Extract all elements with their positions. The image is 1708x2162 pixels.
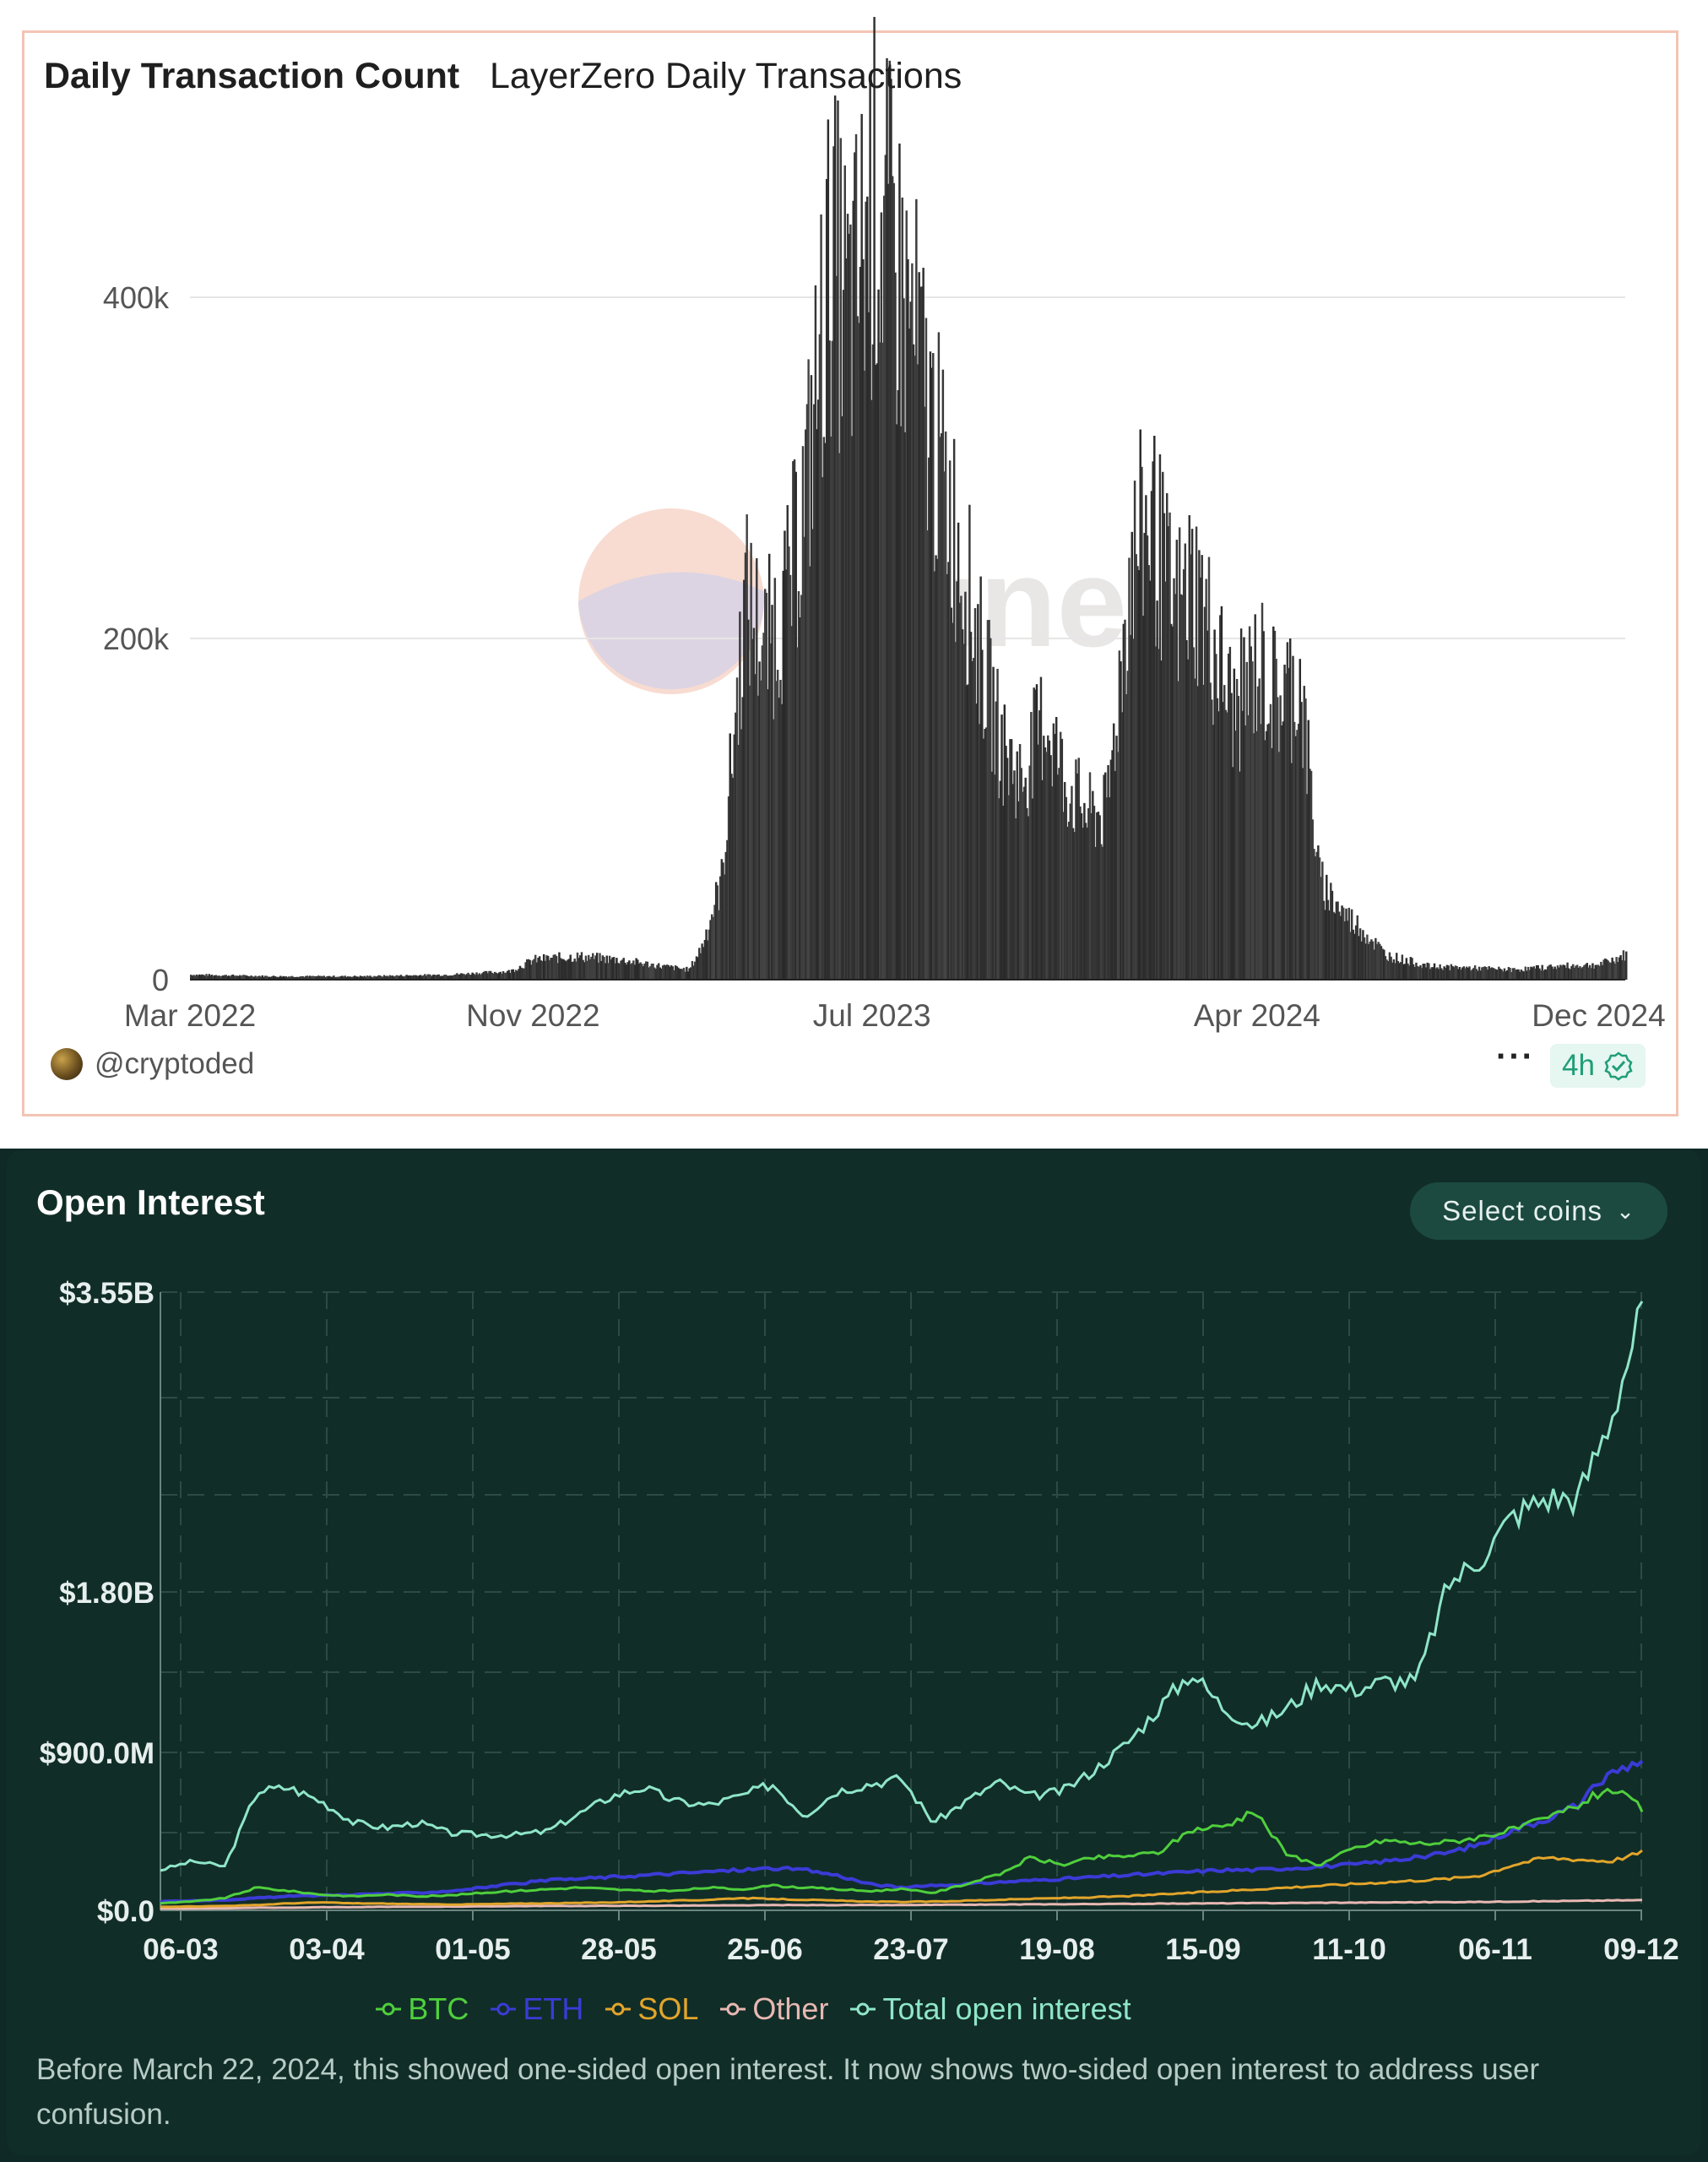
legend-label: Total open interest (882, 1991, 1131, 2026)
y-tick-label: 0 (152, 963, 169, 997)
author[interactable]: @cryptoded (51, 1047, 254, 1081)
legend-label: BTC (408, 1991, 469, 2026)
footnote: Before March 22, 2024, this showed one-s… (36, 2053, 1540, 2131)
bar (1625, 951, 1628, 980)
legend-item[interactable]: Total open interest (849, 1991, 1131, 2027)
watermark-logo-shade (578, 572, 765, 690)
y-tick-label: 200k (103, 622, 170, 656)
legend-marker-icon (605, 2002, 632, 2016)
select-coins-label: Select coins (1442, 1195, 1603, 1226)
legend-marker-icon (491, 2002, 517, 2016)
legend-marker-icon (720, 2002, 746, 2016)
x-tick-label: Jul 2023 (813, 998, 931, 1033)
legend-label: SOL (637, 1991, 699, 2026)
transactions-chart: Dune0200k400kMar 2022 Nov 2022 Jul 2023 Apr… (103, 17, 1666, 1033)
legend-item[interactable]: ETH (489, 1991, 583, 2027)
legend-marker-icon (376, 2002, 402, 2016)
refresh-badge[interactable]: 4h (1550, 1044, 1646, 1088)
bars (190, 17, 1628, 981)
refresh-label: 4h (1562, 1049, 1595, 1082)
chart-legend: BTC ETH SOL Other Total open interest (0, 1991, 1607, 2027)
legend-marker-icon (850, 2002, 876, 2016)
more-options-button[interactable]: ··· (1496, 1040, 1535, 1073)
chevron-down-icon: ⌄ (1616, 1198, 1635, 1224)
x-tick-label: Apr 2024 (1194, 998, 1320, 1033)
chart-subtitle: LayerZero Daily Transactions (490, 56, 962, 96)
author-name[interactable]: @cryptoded (95, 1047, 254, 1081)
x-tick-label: Nov 2022 (466, 998, 599, 1033)
select-coins-dropdown[interactable]: Select coins ⌄ (1410, 1182, 1667, 1240)
verified-check-icon (1604, 1051, 1633, 1081)
legend-label: Other (752, 1991, 829, 2026)
chart-title: Daily Transaction Count (44, 56, 460, 96)
transactions-section: Dune 0 200k 400k Mar 2022 Nov 2022 Jul 2023 Apr… (0, 0, 1708, 1149)
x-tick-label: Dec 2024 (1532, 998, 1665, 1033)
y-tick-label: 400k (103, 280, 170, 315)
x-tick-label: Mar 2022 (124, 998, 256, 1033)
legend-item[interactable]: SOL (604, 1991, 698, 2027)
avatar[interactable] (51, 1048, 83, 1080)
legend-item[interactable]: BTC (374, 1991, 469, 2027)
open-interest-title: Open Interest (36, 1182, 265, 1222)
legend-item[interactable]: Other (718, 1991, 828, 2027)
legend-label: ETH (523, 1991, 584, 2026)
